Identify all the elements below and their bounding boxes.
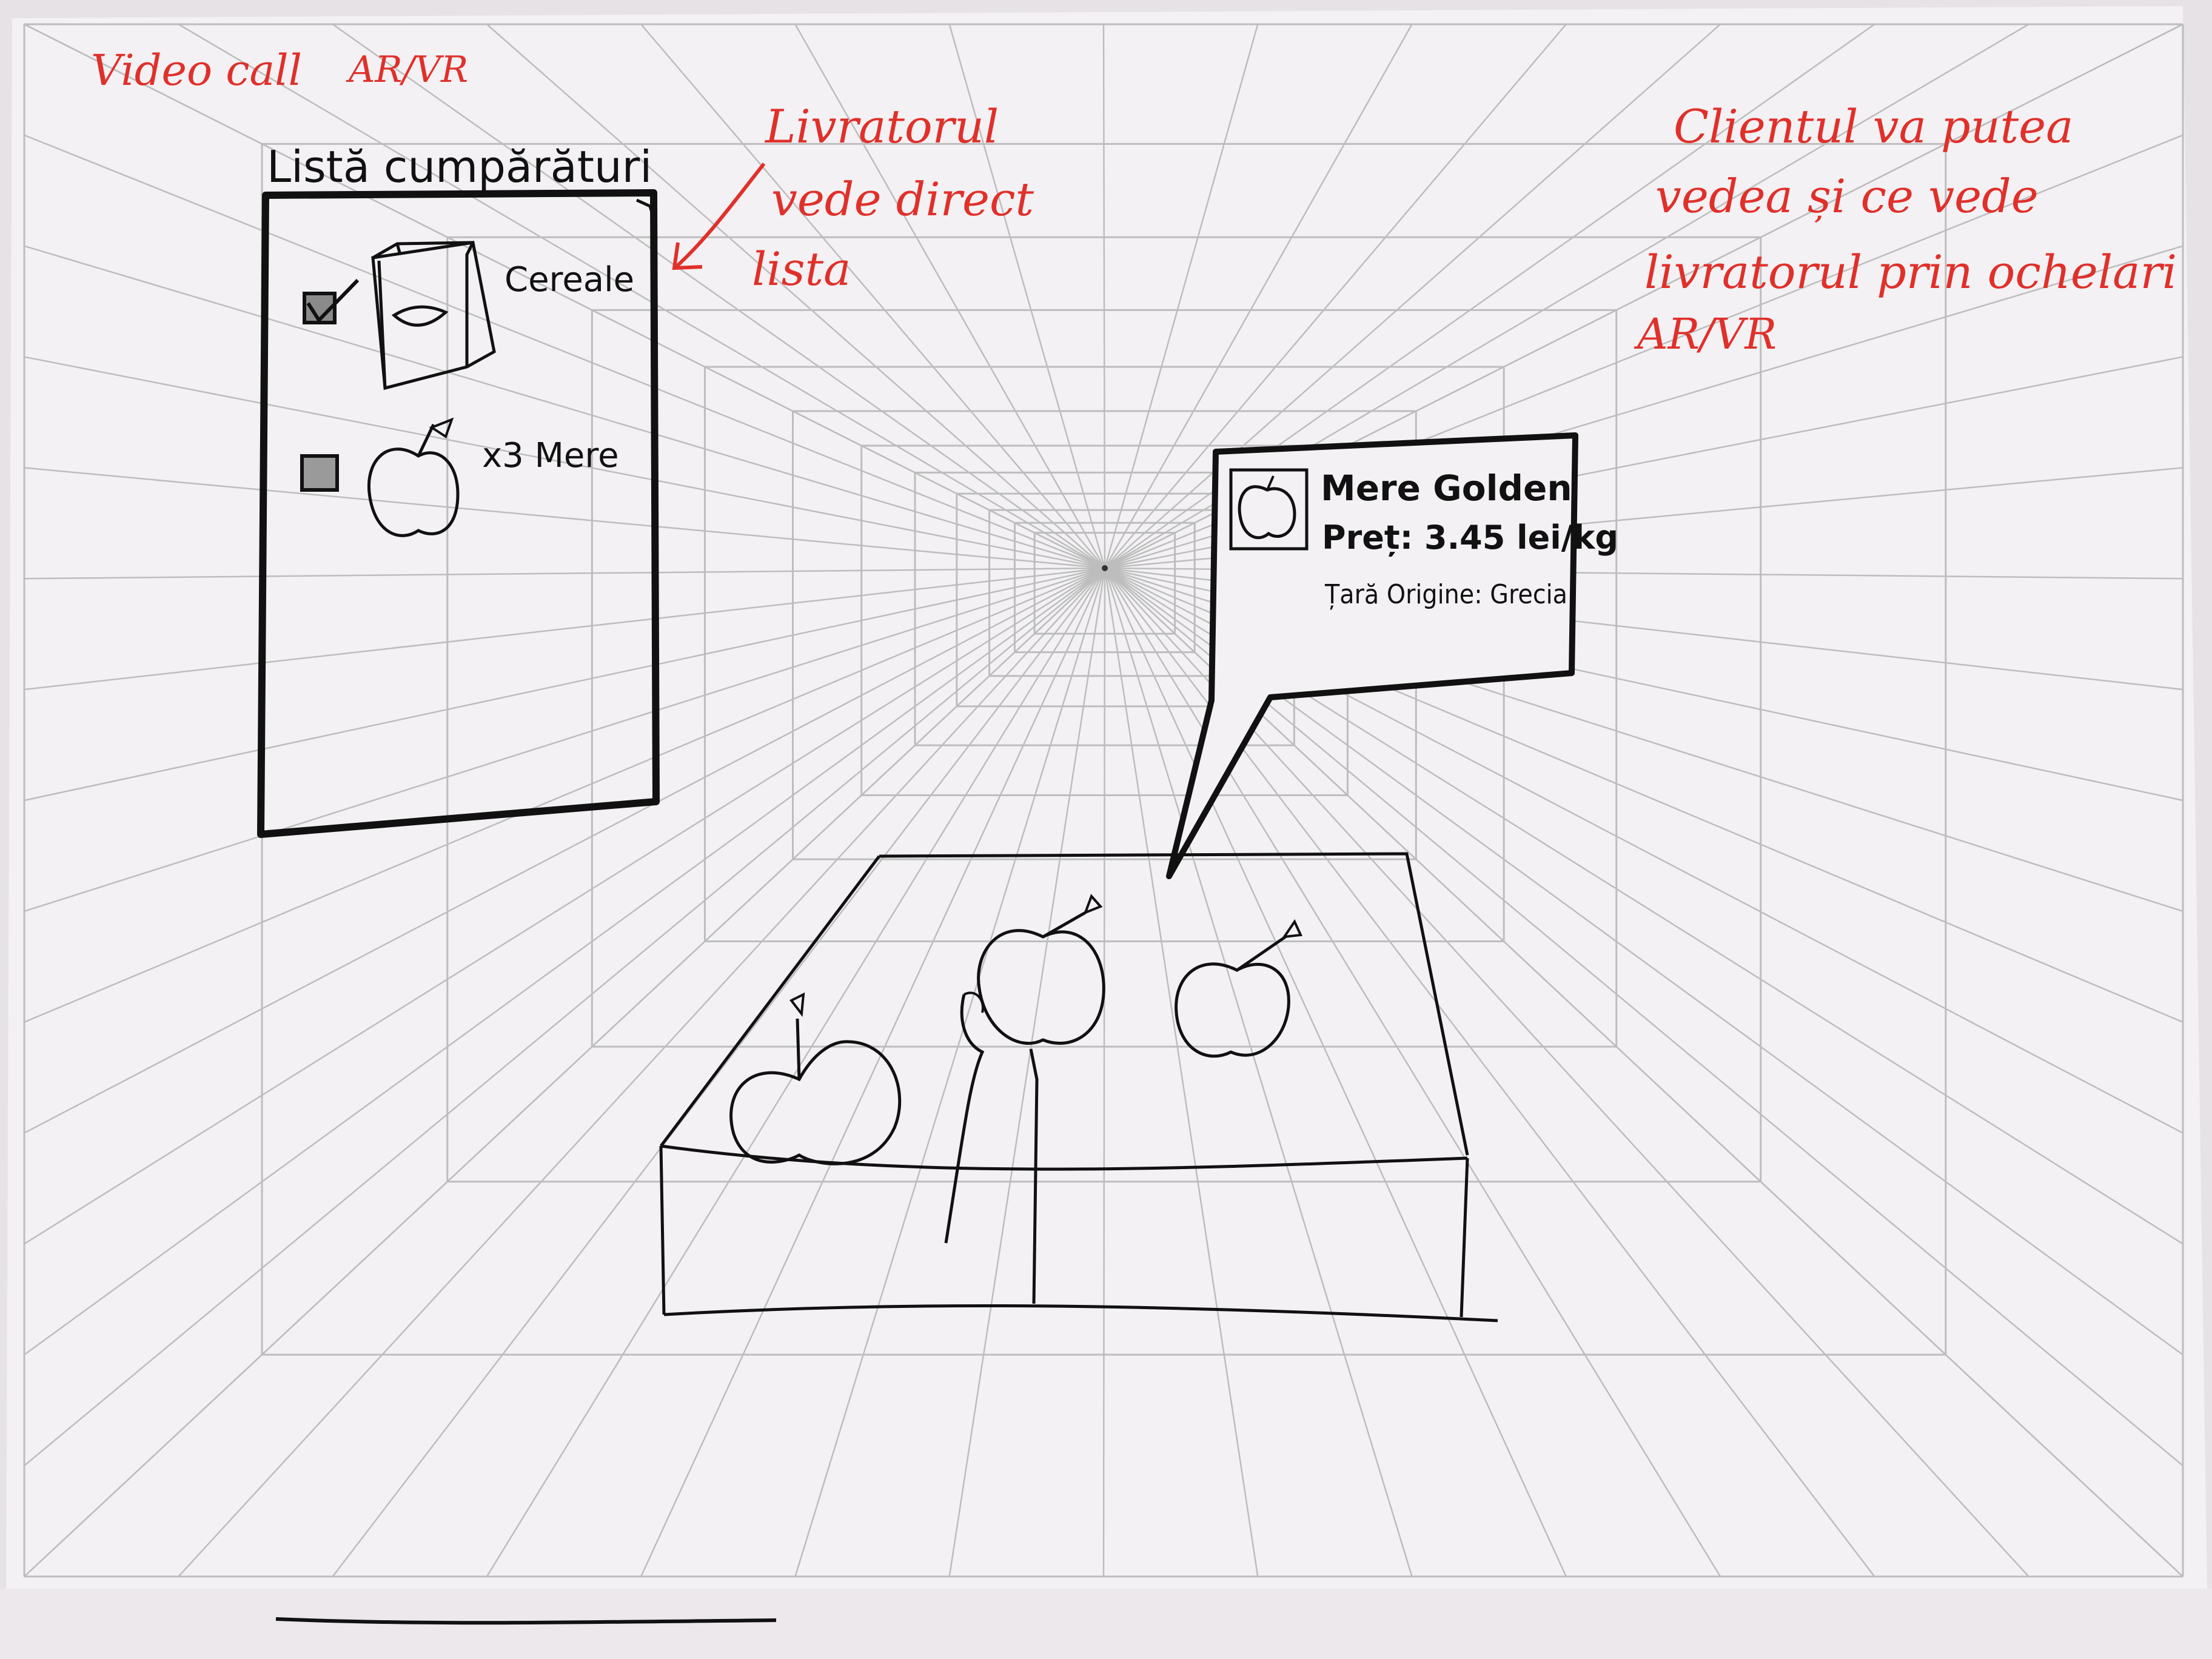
note-left-line-1: Livratorul bbox=[764, 99, 999, 153]
popup-product-name: Mere Golden bbox=[1321, 468, 1572, 509]
list-item-label-mere: x3 Mere bbox=[482, 436, 619, 475]
note-right-line-4: AR/VR bbox=[1634, 309, 1777, 359]
sketch-canvas: Video call AR/VR Listă cumpărături Cerea… bbox=[0, 0, 2212, 1659]
list-item-label-cereale: Cereale bbox=[504, 260, 634, 300]
popup-product-origin: Țară Origine: Grecia bbox=[1324, 579, 1567, 610]
note-left-line-3: lista bbox=[752, 242, 851, 296]
checkbox-unchecked[interactable] bbox=[300, 454, 339, 492]
note-left-line-2: vede direct bbox=[771, 172, 1034, 226]
popup-product-price: Preț: 3.45 lei/kg bbox=[1322, 518, 1618, 557]
vanishing-point bbox=[1102, 565, 1108, 571]
paper-bottom-edge bbox=[0, 1589, 2212, 1659]
shopping-list-heading: Listă cumpărături bbox=[267, 141, 652, 192]
note-right-line-1: Clientul va putea bbox=[1674, 99, 2073, 153]
title-tag-arvr: AR/VR bbox=[346, 49, 468, 91]
note-right-line-3: livratorul prin ochelari bbox=[1644, 245, 2177, 299]
title-video-call: Video call bbox=[91, 45, 302, 95]
note-right-line-2: vedea și ce vede bbox=[1655, 169, 2039, 223]
